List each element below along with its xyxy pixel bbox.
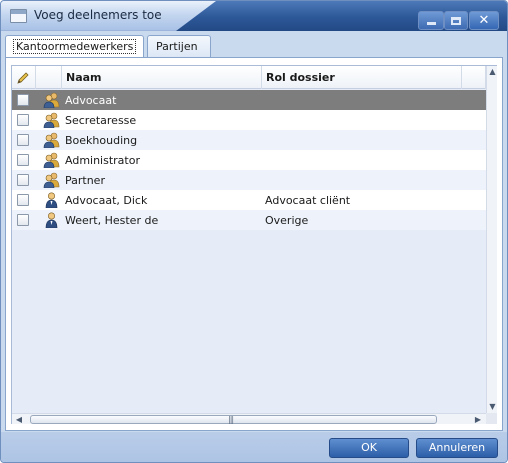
participants-grid: Naam Rol dossier Advocaat Secretaresse Boe… xyxy=(11,65,497,424)
cell-naam: Secretaresse xyxy=(65,114,137,127)
group-icon xyxy=(43,152,60,169)
row-checkbox[interactable] xyxy=(17,214,29,226)
table-row[interactable]: Advocaat xyxy=(12,90,486,110)
horizontal-scroll-thumb[interactable]: ||| xyxy=(30,415,437,424)
horizontal-scrollbar[interactable]: ◀ ||| ▶ xyxy=(12,413,486,424)
maximize-button[interactable] xyxy=(444,11,468,30)
table-row[interactable]: Weert, Hester de Overige xyxy=(12,210,486,230)
tab-panel: Naam Rol dossier Advocaat Secretaresse Boe… xyxy=(5,57,503,431)
column-header-edit[interactable] xyxy=(12,66,36,89)
table-row[interactable]: Administrator xyxy=(12,150,486,170)
dialog-footer: OK Annuleren xyxy=(1,432,507,462)
table-row[interactable]: Advocaat, Dick Advocaat cliënt xyxy=(12,190,486,210)
window-icon xyxy=(10,9,27,23)
table-row[interactable]: Partner xyxy=(12,170,486,190)
group-icon xyxy=(43,132,60,149)
window-title: Voeg deelnemers toe xyxy=(34,8,162,22)
row-checkbox[interactable] xyxy=(17,134,29,146)
close-button[interactable]: ✕ xyxy=(469,11,499,30)
scroll-right-icon[interactable]: ▶ xyxy=(473,414,483,425)
cell-naam: Advocaat, Dick xyxy=(65,194,148,207)
row-checkbox[interactable] xyxy=(17,154,29,166)
cell-rol: Overige xyxy=(265,214,309,227)
cell-rol: Advocaat cliënt xyxy=(265,194,351,207)
tab-kantoormedewerkers[interactable]: Kantoormedewerkers xyxy=(5,35,144,58)
table-row[interactable]: Boekhouding xyxy=(12,130,486,150)
scroll-down-icon[interactable]: ▼ xyxy=(487,401,498,413)
grid-rows: Advocaat Secretaresse Boekhouding Administr… xyxy=(12,90,486,230)
table-row[interactable]: Secretaresse xyxy=(12,110,486,130)
group-icon xyxy=(43,112,60,129)
tab-label: Partijen xyxy=(156,40,198,53)
pencil-icon xyxy=(17,72,29,84)
grip-icon: ||| xyxy=(228,415,234,424)
scroll-left-icon[interactable]: ◀ xyxy=(14,414,24,425)
scrollbar-corner xyxy=(486,413,497,424)
dialog-window: Voeg deelnemers toe ✕ Kantoormedewerkers… xyxy=(0,0,508,463)
cancel-button[interactable]: Annuleren xyxy=(416,438,498,458)
tab-label: Kantoormedewerkers xyxy=(12,39,137,54)
column-header-naam[interactable]: Naam xyxy=(62,66,262,89)
cell-naam: Weert, Hester de xyxy=(65,214,159,227)
row-checkbox[interactable] xyxy=(17,174,29,186)
column-header-rol[interactable]: Rol dossier xyxy=(262,66,462,89)
row-checkbox[interactable] xyxy=(17,94,29,106)
person-icon xyxy=(43,192,60,209)
tab-partijen[interactable]: Partijen xyxy=(147,35,211,57)
row-checkbox[interactable] xyxy=(17,194,29,206)
maximize-icon xyxy=(451,16,461,25)
cell-naam: Advocaat xyxy=(65,94,117,107)
cell-naam: Boekhouding xyxy=(65,134,138,147)
minimize-button[interactable] xyxy=(418,11,444,30)
row-checkbox[interactable] xyxy=(17,114,29,126)
group-icon xyxy=(43,172,60,189)
grid-header: Naam Rol dossier xyxy=(12,66,486,89)
person-icon xyxy=(43,212,60,229)
minimize-icon xyxy=(426,22,436,25)
close-icon: ✕ xyxy=(478,13,490,28)
cell-naam: Administrator xyxy=(65,154,140,167)
ok-button[interactable]: OK xyxy=(329,438,409,458)
scroll-up-icon[interactable]: ▲ xyxy=(487,66,498,78)
group-icon xyxy=(43,92,60,109)
column-header-icon[interactable] xyxy=(36,66,62,89)
vertical-scrollbar[interactable]: ▲ ▼ xyxy=(486,66,497,413)
column-header-filler xyxy=(462,66,486,89)
title-bar[interactable]: Voeg deelnemers toe ✕ xyxy=(1,1,507,31)
cell-naam: Partner xyxy=(65,174,105,187)
